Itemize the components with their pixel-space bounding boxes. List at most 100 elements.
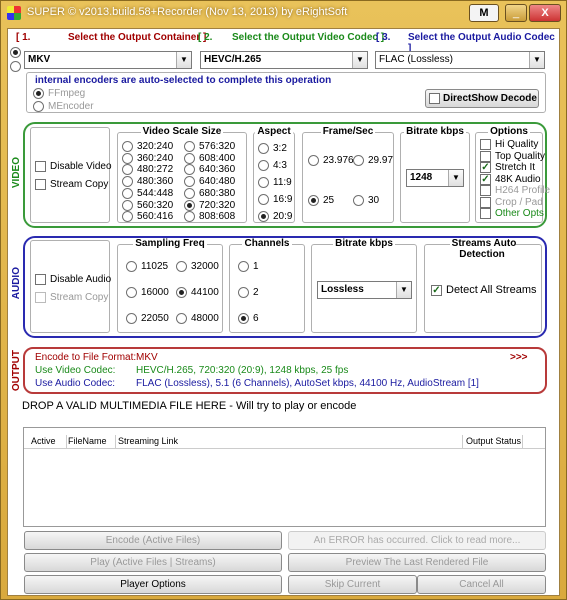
video-option-checkbox[interactable]: Hi Quality	[480, 139, 538, 150]
play-button[interactable]: Play (Active Files | Streams)	[24, 553, 282, 572]
aspect-option[interactable]: 3:2	[258, 143, 287, 154]
audio-bitrate-title: Bitrate kbps	[333, 238, 395, 249]
video-bitrate-select[interactable]: 1248 ▼	[406, 169, 464, 187]
skip-current-button[interactable]: Skip Current	[288, 575, 417, 594]
cancel-all-button[interactable]: Cancel All	[417, 575, 546, 594]
scale-option[interactable]: 608:400	[184, 152, 235, 164]
output-audio-label: Use Audio Codec:	[35, 378, 116, 389]
aspect-option[interactable]: 16:9	[258, 194, 292, 205]
video-option-checkbox[interactable]: ✓ 48K Audio	[480, 173, 541, 185]
video-section-label: VIDEO	[11, 157, 22, 189]
scale-option[interactable]: 640:480	[184, 176, 235, 187]
channel-option[interactable]: 2	[238, 287, 259, 298]
minimize-button[interactable]: _	[505, 4, 527, 22]
sampling-freq-option[interactable]: 44100	[176, 287, 219, 298]
scale-option[interactable]: 544:448	[122, 187, 173, 199]
output-section-label: OUTPUT	[11, 350, 22, 392]
aspect-panel: Aspect 3:2 4:3 11:9 16:9 20:9	[253, 126, 295, 223]
directshow-decode-button[interactable]: DirectShow Decode	[425, 89, 539, 108]
output-more-link[interactable]: >>>	[510, 352, 528, 363]
col-filename[interactable]: FileName	[68, 436, 107, 446]
video-codec-select[interactable]: HEVC/H.265 ▼	[200, 51, 368, 69]
audio-bitrate-select[interactable]: Lossless ▼	[317, 281, 412, 299]
radio-b[interactable]	[10, 60, 21, 72]
app-icon	[7, 6, 21, 20]
video-option-checkbox[interactable]: Crop / Pad	[480, 196, 543, 208]
scale-option[interactable]: 640:360	[184, 164, 235, 176]
sampling-freq-option[interactable]: 22050	[126, 313, 169, 324]
preview-button[interactable]: Preview The Last Rendered File	[288, 553, 546, 572]
scale-option[interactable]: 680:380	[184, 187, 235, 199]
video-scale-title: Video Scale Size	[140, 126, 224, 137]
video-option-checkbox[interactable]: H264 Profile	[480, 185, 550, 196]
aspect-option[interactable]: 4:3	[258, 160, 287, 171]
sampling-freq-panel: Sampling Freq 11025 32000 16000 44100 22050 4…	[117, 238, 223, 333]
radio-a[interactable]	[10, 46, 21, 58]
video-option-checkbox[interactable]: Top Quality	[480, 150, 545, 162]
scale-option[interactable]: 480:360	[122, 176, 173, 187]
video-options-panel: Options Hi Quality Top Quality ✓ Stretch It…	[475, 126, 550, 223]
audio-disable-panel: Disable Audio Stream Copy	[30, 240, 111, 333]
video-options-title: Options	[488, 126, 530, 137]
player-options-button[interactable]: Player Options	[24, 575, 282, 594]
col-streaming-link[interactable]: Streaming Link	[118, 436, 178, 446]
detect-all-streams-checkbox[interactable]: ✓ Detect All Streams	[431, 284, 536, 296]
scale-option[interactable]: 360:240	[122, 152, 173, 164]
scale-option[interactable]: 576:320	[184, 141, 235, 152]
scale-option[interactable]: 808:608	[184, 211, 235, 222]
close-button[interactable]: X	[529, 4, 561, 22]
scale-option[interactable]: 320:240	[122, 141, 173, 152]
disable-audio-checkbox[interactable]: Disable Audio	[35, 274, 111, 285]
disable-video-checkbox[interactable]: Disable Video	[35, 161, 112, 172]
chevron-down-icon: ▼	[448, 170, 463, 186]
output-format-label: Encode to File Format:	[35, 352, 137, 363]
sampling-freq-option[interactable]: 48000	[176, 313, 219, 324]
step3-num: [ 3.	[376, 32, 391, 43]
channel-option[interactable]: 6	[238, 313, 259, 324]
step2-num: [ 2.	[198, 32, 213, 43]
fps-option[interactable]: 25	[308, 195, 334, 206]
ffmpeg-radio[interactable]: FFmpeg	[33, 88, 85, 99]
chevron-down-icon: ▼	[352, 52, 367, 68]
fps-option[interactable]: 23.976	[308, 155, 354, 166]
output-video-value: HEVC/H.265, 720:320 (20:9), 1248 kbps, 2…	[136, 365, 349, 376]
scale-option[interactable]: 560:320	[122, 199, 173, 211]
col-active[interactable]: Active	[31, 436, 56, 446]
video-bitrate-title: Bitrate kbps	[404, 126, 466, 137]
chevron-down-icon: ▼	[396, 282, 411, 298]
video-disable-panel: Disable Video Stream Copy	[30, 127, 112, 223]
title-bar: SUPER © v2013.build.58+Recorder (Nov 13,…	[1, 1, 566, 25]
video-option-checkbox[interactable]: Other Opts	[480, 208, 544, 219]
menu-button[interactable]: M	[469, 4, 499, 22]
container-select[interactable]: MKV ▼	[24, 51, 192, 69]
fps-option[interactable]: 29.97	[353, 155, 393, 166]
file-table[interactable]: Active FileName Streaming Link Output St…	[23, 427, 546, 527]
scale-option[interactable]: 560:416	[122, 211, 173, 222]
app-window: SUPER © v2013.build.58+Recorder (Nov 13,…	[0, 0, 567, 600]
window-title: SUPER © v2013.build.58+Recorder (Nov 13,…	[27, 6, 348, 18]
audio-codec-select[interactable]: FLAC (Lossless) ▼	[375, 51, 545, 69]
aspect-option[interactable]: 20:9	[258, 211, 292, 222]
error-message-button[interactable]: An ERROR has occurred. Click to read mor…	[288, 531, 546, 550]
aspect-option[interactable]: 11:9	[258, 177, 292, 188]
channel-option[interactable]: 1	[238, 261, 259, 272]
step1-num: [ 1.	[16, 32, 31, 43]
scale-option[interactable]: 480:272	[122, 164, 173, 176]
mencoder-radio[interactable]: MEncoder	[33, 101, 94, 112]
encode-button[interactable]: Encode (Active Files)	[24, 531, 282, 550]
fps-option[interactable]: 30	[353, 195, 379, 206]
sampling-freq-option[interactable]: 32000	[176, 261, 219, 272]
encoders-note: internal encoders are auto-selected to c…	[35, 75, 332, 86]
step1-label: Select the Output Container ]	[68, 32, 207, 43]
video-scale-panel: Video Scale Size 320:240 576:320 360:240 60…	[117, 126, 247, 223]
video-option-checkbox[interactable]: ✓ Stretch It	[480, 162, 535, 173]
video-stream-copy-checkbox[interactable]: Stream Copy	[35, 179, 108, 190]
sampling-freq-option[interactable]: 11025	[126, 261, 168, 272]
scale-option[interactable]: 720:320	[184, 199, 235, 211]
channels-title: Channels	[242, 238, 292, 249]
sampling-freq-option[interactable]: 16000	[126, 287, 169, 298]
sampling-freq-title: Sampling Freq	[133, 238, 207, 249]
audio-stream-copy-checkbox[interactable]: Stream Copy	[35, 292, 108, 303]
col-output-status[interactable]: Output Status	[466, 436, 521, 446]
streams-title: Streams Auto Detection	[449, 238, 517, 260]
